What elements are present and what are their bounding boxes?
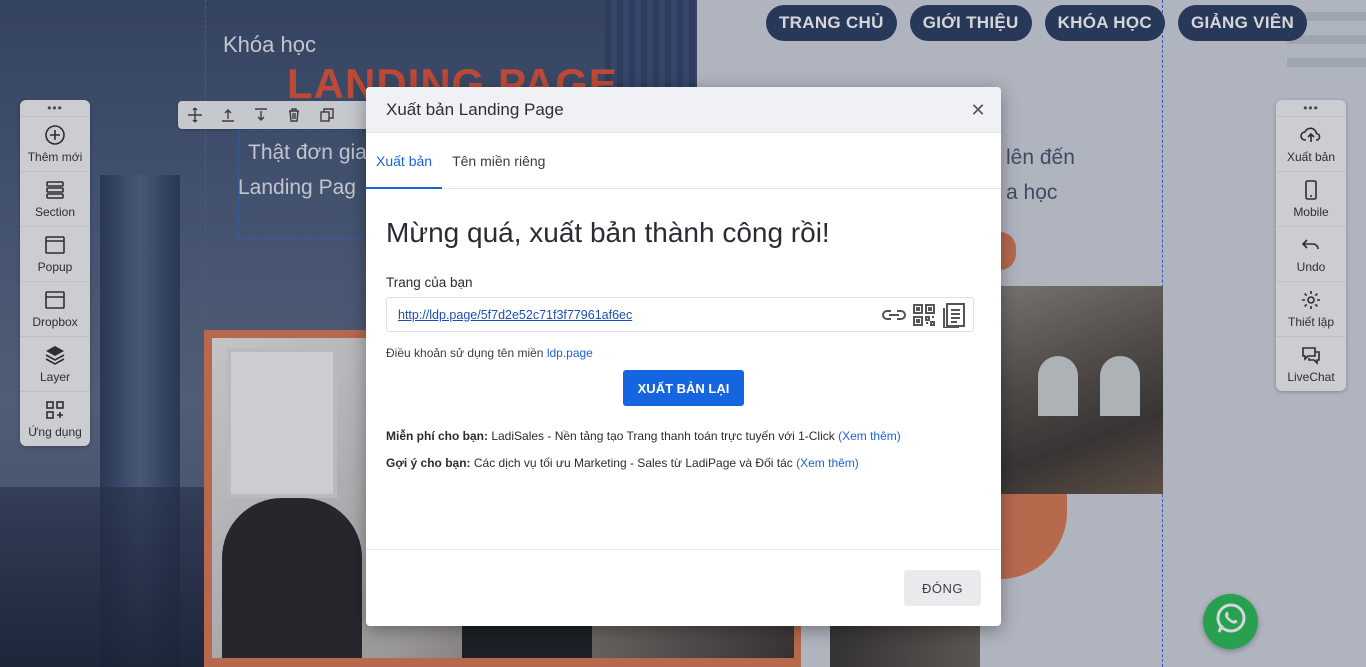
promo-free-link[interactable]: (Xem thêm) [838,429,901,443]
promo-suggest-text: Các dịch vụ tối ưu Marketing - Sales từ … [470,456,797,470]
terms-text: Điều khoản sử dụng tên miền ldp.page [386,346,981,360]
modal-footer: ĐÓNG [366,549,1001,626]
promo-suggest-link[interactable]: (Xem thêm) [796,456,859,470]
modal-tabs: Xuất bản Tên miền riêng [366,133,1001,189]
tab-custom-domain[interactable]: Tên miền riêng [442,133,555,188]
promo-suggest-label: Gợi ý cho bạn: [386,456,471,470]
qr-code-icon[interactable] [911,301,937,329]
success-headline: Mừng quá, xuất bản thành công rồi! [386,217,830,248]
url-actions [881,301,967,329]
republish-button[interactable]: XUẤT BẢN LẠI [623,370,744,406]
page-url-label: Trang của bạn [386,275,473,290]
modal-header: Xuất bản Landing Page ✕ [366,87,1001,133]
promo-free-label: Miễn phí cho bạn: [386,429,488,443]
promo-suggest: Gợi ý cho bạn: Các dịch vụ tối ưu Market… [386,450,981,477]
page-url-link[interactable]: http://ldp.page/5f7d2e52c71f3f77961af6ec [398,308,632,322]
page-url-box: http://ldp.page/5f7d2e52c71f3f77961af6ec [386,297,974,332]
tab-publish[interactable]: Xuất bản [366,133,443,189]
close-icon[interactable]: ✕ [967,99,989,121]
close-button[interactable]: ĐÓNG [904,570,981,606]
publish-modal: Xuất bản Landing Page ✕ Xuất bản Tên miề… [366,87,1001,626]
modal-title: Xuất bản Landing Page [386,99,564,119]
modal-body: Mừng quá, xuất bản thành công rồi! Trang… [366,189,1001,477]
document-icon[interactable] [941,301,967,329]
terms-label: Điều khoản sử dụng tên miền [386,346,547,360]
copy-link-icon[interactable] [881,301,907,329]
promo-section: Miễn phí cho bạn: LadiSales - Nền tảng t… [386,423,981,477]
terms-link[interactable]: ldp.page [547,346,593,360]
promo-free: Miễn phí cho bạn: LadiSales - Nền tảng t… [386,423,981,450]
promo-free-text: LadiSales - Nền tảng tạo Trang thanh toá… [488,429,839,443]
